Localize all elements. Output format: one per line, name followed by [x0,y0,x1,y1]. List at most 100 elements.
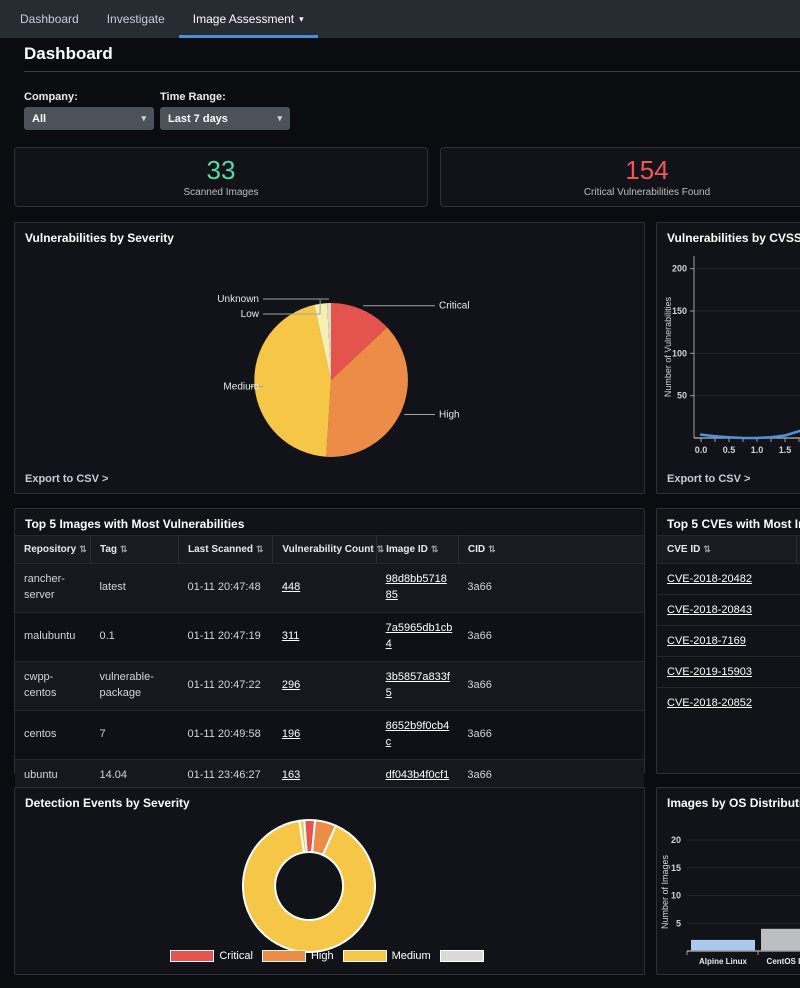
company-dropdown[interactable]: All ▾ [24,107,154,130]
svg-text:1.0: 1.0 [751,445,764,455]
dashboard-page: Dashboard Investigate Image Assessment ▾… [0,0,800,988]
panel-title: Detection Events by Severity [25,796,190,810]
nav-item-investigate[interactable]: Investigate [93,0,179,38]
scanned-images-label: Scanned Images [183,186,259,198]
os-bar-chart: 5 10 15 20 Alpine Linux CentOS Linux Number of… [657,814,800,975]
time-range-dropdown[interactable]: Last 7 days ▾ [160,107,290,130]
table-row: rancher-server latest 01-11 20:47:48 448… [15,563,644,613]
cid-cell: 3a66 [458,563,644,613]
svg-text:Alpine Linux: Alpine Linux [699,957,748,966]
nav-item-label: Image Assessment [192,12,295,26]
table-header-row: Repository ⇅ Tag ⇅ Last Scanned ⇅ Vulnerabilit… [15,535,644,564]
panel-title: Top 5 Images with Most Vulnerabilities [25,517,245,531]
export-csv-link[interactable]: Export to CSV > [25,473,108,485]
svg-text:Number of Vulnerabilities: Number of Vulnerabilities [663,296,673,397]
sort-icon: ⇅ [376,544,385,554]
repository-cell: centos [15,709,91,759]
svg-text:100: 100 [672,348,687,358]
column-header-vulnerability-count[interactable]: Vulnerability Count ⇅ [272,535,384,564]
vulnerabilities-by-severity-panel: Vulnerabilities by Severity Unknown Low Me… [14,222,645,494]
table-row: malubuntu 0.1 01-11 20:47:19 311 7a5965d… [15,611,644,662]
legend-item: High [261,950,334,962]
chevron-down-icon: ▾ [277,113,282,123]
svg-text:15: 15 [671,863,681,873]
last-scanned-cell: 01-11 20:47:22 [178,660,273,711]
detection-events-panel: Detection Events by Severity Critical Hi… [14,787,645,975]
legend-label: Medium [391,950,431,962]
legend-swatch [439,950,484,962]
svg-text:50: 50 [677,391,687,401]
image-id-link[interactable]: 3b5857a833f5 [386,671,450,699]
sort-icon: ⇅ [256,544,264,554]
svg-text:200: 200 [672,264,687,274]
vulnerability-count-link[interactable]: 163 [282,769,300,781]
cve-id-link[interactable]: CVE-2018-20482 [667,573,752,585]
image-id-link[interactable]: df043b4f0cf1 [386,769,450,781]
legend-label: High [310,950,334,962]
cid-cell: 3a66 [458,709,644,759]
svg-text:1.5: 1.5 [779,445,792,455]
cve-id-column-header[interactable]: CVE ID ⇅ [657,536,797,563]
legend-item: Critical [170,950,253,962]
svg-text:Critical: Critical [439,301,470,312]
company-filter-label: Company: [24,91,78,103]
os-distribution-panel: Images by OS Distribution 5 10 15 20 Alpine … [656,787,800,975]
column-header-cid[interactable]: CID ⇅ [458,535,644,564]
table-row: cwpp-centos vulnerable-package 01-11 20:… [15,660,644,711]
cid-cell: 3a66 [458,611,644,662]
vulnerability-count-link[interactable]: 296 [282,679,300,691]
image-id-link[interactable]: 98d8bb571885 [386,573,447,601]
svg-text:Medium: Medium [223,381,259,392]
repository-cell: malubuntu [15,611,91,662]
vulnerability-count-link[interactable]: 196 [282,728,300,740]
svg-text:0.5: 0.5 [723,445,736,455]
vulnerability-count-link[interactable]: 448 [282,581,300,593]
export-csv-link[interactable]: Export to CSV > [667,473,750,485]
column-header-image-id[interactable]: Image ID ⇅ [376,535,459,564]
panel-title: Top 5 CVEs with Most Impacted Images [667,517,800,531]
cve-row: CVE-2018-20482 [657,563,800,594]
nav-item-image-assessment[interactable]: Image Assessment ▾ [178,0,318,38]
severity-pie-chart: Unknown Low Medium Critical High [15,249,644,492]
cve-row: CVE-2018-20843 [657,594,800,625]
cve-id-link[interactable]: CVE-2018-20843 [667,604,752,616]
top-cves-panel: Top 5 CVEs with Most Impacted Images CVE… [656,508,800,774]
vulnerability-count-link[interactable]: 311 [282,630,300,642]
svg-text:150: 150 [672,306,687,316]
page-title: Dashboard [24,44,113,63]
cve-id-link[interactable]: CVE-2018-7169 [667,635,746,647]
legend-swatch [342,950,387,962]
image-id-link[interactable]: 7a5965db1cb4 [386,622,453,650]
time-range-dropdown-value: Last 7 days [168,112,228,125]
column-header-last-scanned[interactable]: Last Scanned ⇅ [178,535,274,564]
repository-cell: rancher-server [15,563,91,613]
last-scanned-cell: 01-11 20:47:19 [178,611,273,662]
svg-text:High: High [439,410,460,421]
top-nav: Dashboard Investigate Image Assessment ▾ [0,0,800,38]
cve-id-link[interactable]: CVE-2019-15903 [667,666,752,678]
company-dropdown-value: All [32,112,47,125]
cvss-line-chart: 501001502000.00.51.01.52.02.53.0Number o… [657,249,800,466]
tag-cell: 7 [90,709,179,759]
column-header-tag[interactable]: Tag ⇅ [90,535,180,564]
top-images-table: Repository ⇅ Tag ⇅ Last Scanned ⇅ Vulnerabilit… [15,535,644,792]
panel-title: Images by OS Distribution [667,796,800,810]
sort-icon: ⇅ [703,544,711,554]
cve-row: CVE-2018-7169 [657,625,800,656]
scanned-images-card: 33 Scanned Images [14,147,428,207]
sort-icon: ⇅ [79,544,87,554]
svg-text:Number of Images: Number of Images [660,854,670,929]
legend-item: Medium [342,950,431,962]
column-header-repository[interactable]: Repository ⇅ [15,535,91,564]
scanned-images-value: 33 [206,154,236,185]
panel-title: Vulnerabilities by Severity [25,231,174,245]
sort-icon: ⇅ [430,544,439,554]
svg-text:Low: Low [241,309,260,320]
donut-legend: Critical High Medium [15,950,644,962]
image-id-link[interactable]: 8652b9f0cb4c [386,720,450,748]
nav-item-dashboard[interactable]: Dashboard [6,0,93,38]
cve-id-link[interactable]: CVE-2018-20852 [667,697,752,709]
vulnerabilities-by-cvss-panel: Vulnerabilities by CVSS Score 50 100 150 20… [656,222,800,494]
cid-cell: 3a66 [458,660,644,711]
nav-item-label: Investigate [106,12,165,26]
